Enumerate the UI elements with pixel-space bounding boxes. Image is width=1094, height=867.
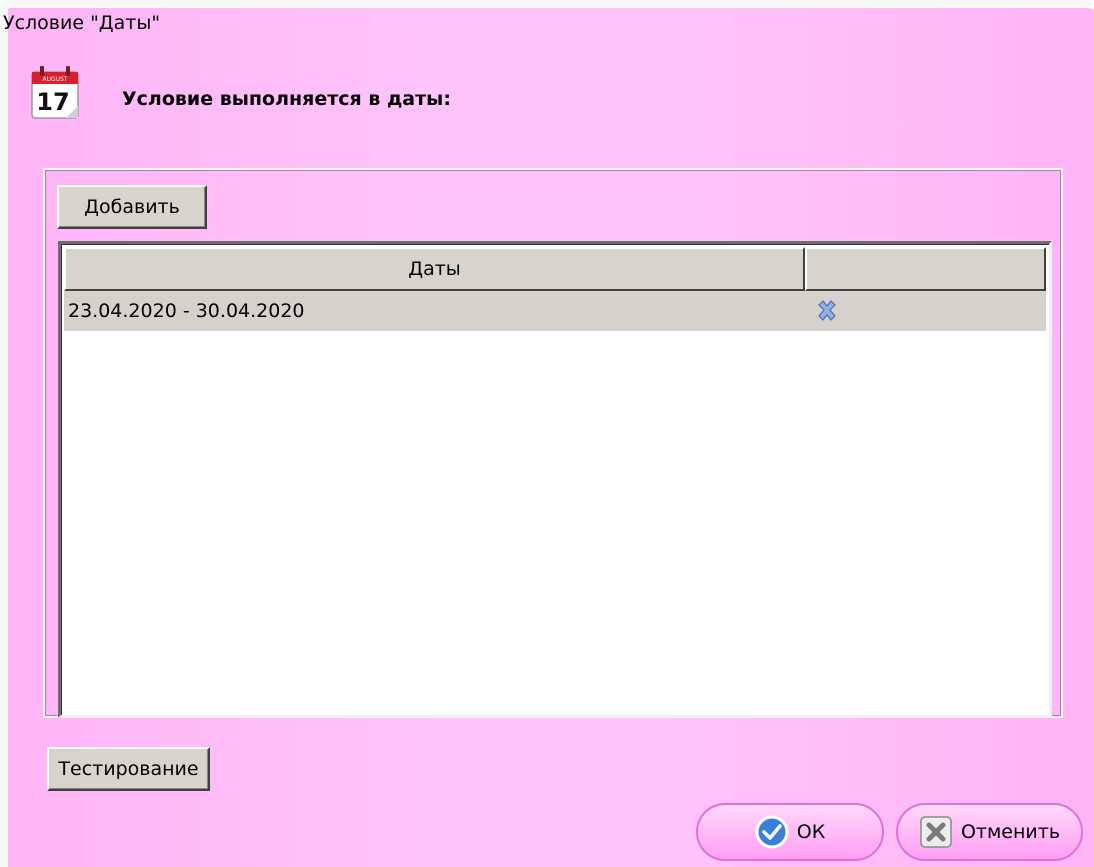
svg-text:AUGUST: AUGUST: [42, 76, 67, 83]
date-range-cell: 23.04.2020 - 30.04.2020: [68, 300, 305, 322]
window-title: Условие "Даты": [3, 12, 161, 34]
cancel-label: Отменить: [960, 821, 1061, 843]
svg-text:17: 17: [36, 88, 69, 116]
checkmark-icon: [755, 815, 789, 849]
table-row[interactable]: 23.04.2020 - 30.04.2020: [64, 291, 1046, 331]
condition-heading: Условие выполняется в даты:: [122, 88, 451, 110]
dates-table[interactable]: Даты 23.04.2020 - 30.04.2020: [58, 241, 1052, 718]
calendar-icon: AUGUST 17: [26, 62, 86, 126]
delete-icon[interactable]: [807, 291, 847, 331]
ok-button[interactable]: ОК: [696, 803, 884, 861]
cancel-button[interactable]: Отменить: [896, 803, 1083, 861]
cancel-x-icon: [919, 815, 953, 849]
test-button[interactable]: Тестирование: [47, 747, 210, 791]
column-header-dates[interactable]: Даты: [64, 247, 805, 291]
column-header-actions[interactable]: [805, 247, 1046, 291]
table-header: Даты: [64, 247, 1046, 291]
add-button[interactable]: Добавить: [57, 185, 207, 229]
ok-label: ОК: [796, 821, 826, 843]
